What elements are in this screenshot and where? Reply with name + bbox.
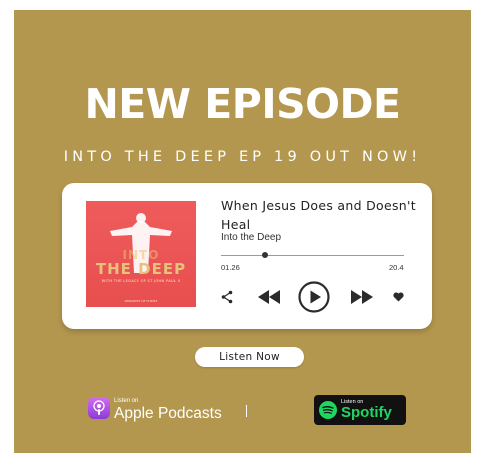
spotify-label: Spotify: [341, 404, 392, 421]
progress-knob[interactable]: [261, 252, 268, 258]
artwork-footer: SERVANTS OF CHRIST: [124, 299, 158, 303]
subheadline: INTO THE DEEP EP 19 OUT NOW!: [63, 149, 422, 165]
apple-podcasts-icon: [88, 397, 110, 419]
episode-artwork: INTO THE DEEP WITH THE LEGACY OF ST JOHN…: [86, 201, 196, 307]
spotify-badge[interactable]: Listen on Spotify: [314, 395, 406, 425]
progress-track[interactable]: [221, 255, 404, 256]
apple-podcasts-badge[interactable]: Listen on Apple Podcasts: [88, 396, 230, 426]
heart-icon[interactable]: [393, 292, 404, 302]
duration: 20.4: [389, 263, 404, 272]
fast-forward-icon[interactable]: [351, 290, 373, 304]
apple-listen-on: Listen on: [114, 398, 139, 404]
share-icon[interactable]: [221, 290, 233, 304]
badge-divider: [246, 405, 247, 417]
player-card: INTO THE DEEP WITH THE LEGACY OF ST JOHN…: [62, 183, 432, 329]
spotify-icon: [319, 401, 337, 419]
episode-poster: NEW EPISODE INTO THE DEEP EP 19 OUT NOW!…: [14, 10, 471, 453]
listen-now-button[interactable]: Listen Now: [195, 347, 304, 367]
apple-podcasts-label: Apple Podcasts: [114, 405, 222, 422]
episode-title: When Jesus Does and Doesn't Heal: [221, 198, 416, 232]
show-name: Into the Deep: [221, 232, 282, 243]
current-time: 01.26: [221, 263, 240, 272]
headline: NEW EPISODE: [84, 80, 401, 128]
artwork-caption: WITH THE LEGACY OF ST JOHN PAUL II: [101, 279, 181, 283]
play-icon[interactable]: [298, 281, 330, 313]
artwork-title-line2: THE DEEP: [95, 260, 187, 278]
rewind-icon[interactable]: [258, 290, 280, 304]
